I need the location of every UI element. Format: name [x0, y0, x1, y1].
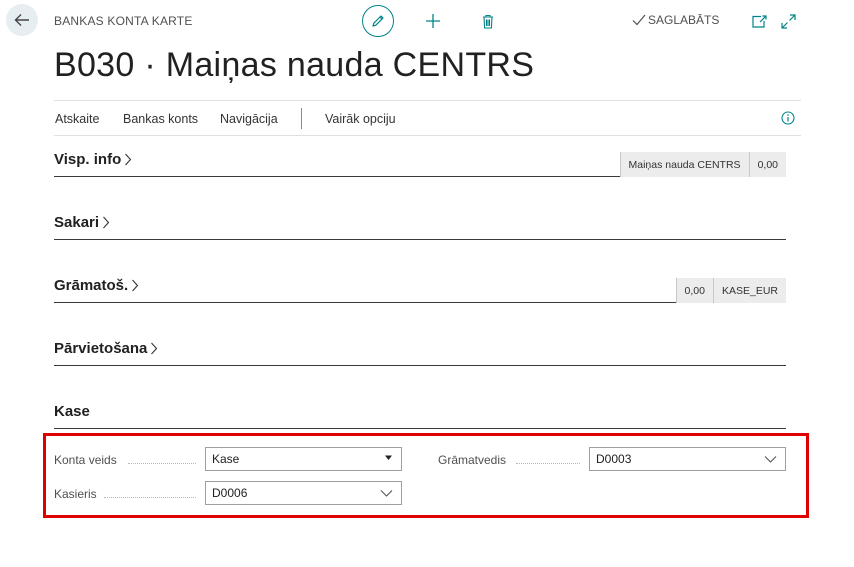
kasieris-lookup[interactable]: D0006: [205, 481, 402, 505]
summary-value: 0,00: [748, 152, 786, 177]
section-gramatos-header[interactable]: Grāmatoš.: [54, 277, 139, 294]
open-new-window-icon: [751, 14, 767, 28]
action-atskaite[interactable]: Atskaite: [55, 112, 99, 126]
action-separator: [301, 108, 302, 129]
expand-icon: [780, 13, 796, 29]
chevron-right-icon: [103, 216, 110, 229]
field-dots: [104, 497, 196, 498]
section-sakari-header[interactable]: Sakari: [54, 214, 110, 231]
section-title: Visp. info: [54, 151, 122, 168]
action-more-options[interactable]: Vairāk opciju: [325, 112, 396, 126]
gramatvedis-lookup[interactable]: D0003: [589, 447, 786, 471]
summary-value: Maiņas nauda CENTRS: [619, 152, 749, 177]
info-button[interactable]: [781, 111, 795, 130]
checkmark-icon: [632, 14, 646, 26]
field-label-konta-veids: Konta veids: [54, 453, 117, 467]
page-caption: BANKAS KONTA KARTE: [54, 14, 193, 28]
kasieris-value: D0006: [212, 486, 248, 500]
plus-icon: [426, 14, 440, 28]
open-new-window-button[interactable]: [750, 12, 768, 30]
field-label-gramatvedis: Grāmatvedis: [438, 453, 507, 467]
delete-button[interactable]: [480, 12, 496, 30]
action-bar: Atskaite Bankas konts Navigācija Vairāk …: [54, 100, 801, 136]
chevron-down-icon: [380, 490, 393, 497]
page-title: B030 · Maiņas nauda CENTRS: [54, 46, 535, 84]
section-gramatos: Grāmatoš. 0,00 KASE_EUR: [54, 273, 786, 303]
edit-button[interactable]: [362, 5, 394, 37]
new-button[interactable]: [424, 12, 442, 30]
section-title: Sakari: [54, 214, 100, 231]
chevron-right-icon: [125, 153, 132, 166]
summary-value: 0,00: [675, 278, 713, 303]
section-visp-info-header[interactable]: Visp. info: [54, 151, 132, 168]
pencil-icon: [372, 15, 384, 27]
field-label-kasieris: Kasieris: [54, 487, 97, 501]
arrow-left-icon: [14, 14, 29, 26]
section-parvietosana: Pārvietošana: [54, 336, 786, 366]
section-summary: Maiņas nauda CENTRS 0,00: [619, 152, 786, 177]
saved-status: SAGLABĀTS: [632, 13, 719, 27]
field-dots: [516, 463, 580, 464]
triangle-down-icon: [385, 455, 392, 460]
section-title: Kase: [54, 403, 90, 420]
summary-value: KASE_EUR: [712, 278, 786, 303]
action-bankas-konts[interactable]: Bankas konts: [123, 112, 198, 126]
konta-veids-select[interactable]: Kase: [205, 447, 402, 471]
chevron-right-icon: [151, 342, 158, 355]
highlight-frame: [43, 433, 809, 518]
section-title: Pārvietošana: [54, 340, 148, 357]
action-navigacija[interactable]: Navigācija: [220, 112, 278, 126]
info-icon: [781, 111, 795, 125]
trash-icon: [483, 14, 493, 29]
field-dots: [128, 463, 196, 464]
section-visp-info: Visp. info Maiņas nauda CENTRS 0,00: [54, 147, 786, 177]
section-sakari: Sakari: [54, 210, 786, 240]
expand-button[interactable]: [779, 12, 797, 30]
saved-label: SAGLABĀTS: [648, 13, 720, 27]
section-kase: Kase: [54, 399, 786, 429]
section-summary: 0,00 KASE_EUR: [675, 278, 786, 303]
back-button[interactable]: [6, 4, 38, 36]
section-kase-header[interactable]: Kase: [54, 403, 90, 420]
section-title: Grāmatoš.: [54, 277, 129, 294]
gramatvedis-value: D0003: [596, 452, 632, 466]
chevron-down-icon: [764, 456, 777, 463]
konta-veids-value: Kase: [212, 452, 240, 466]
chevron-right-icon: [132, 279, 139, 292]
section-parvietosana-header[interactable]: Pārvietošana: [54, 340, 158, 357]
